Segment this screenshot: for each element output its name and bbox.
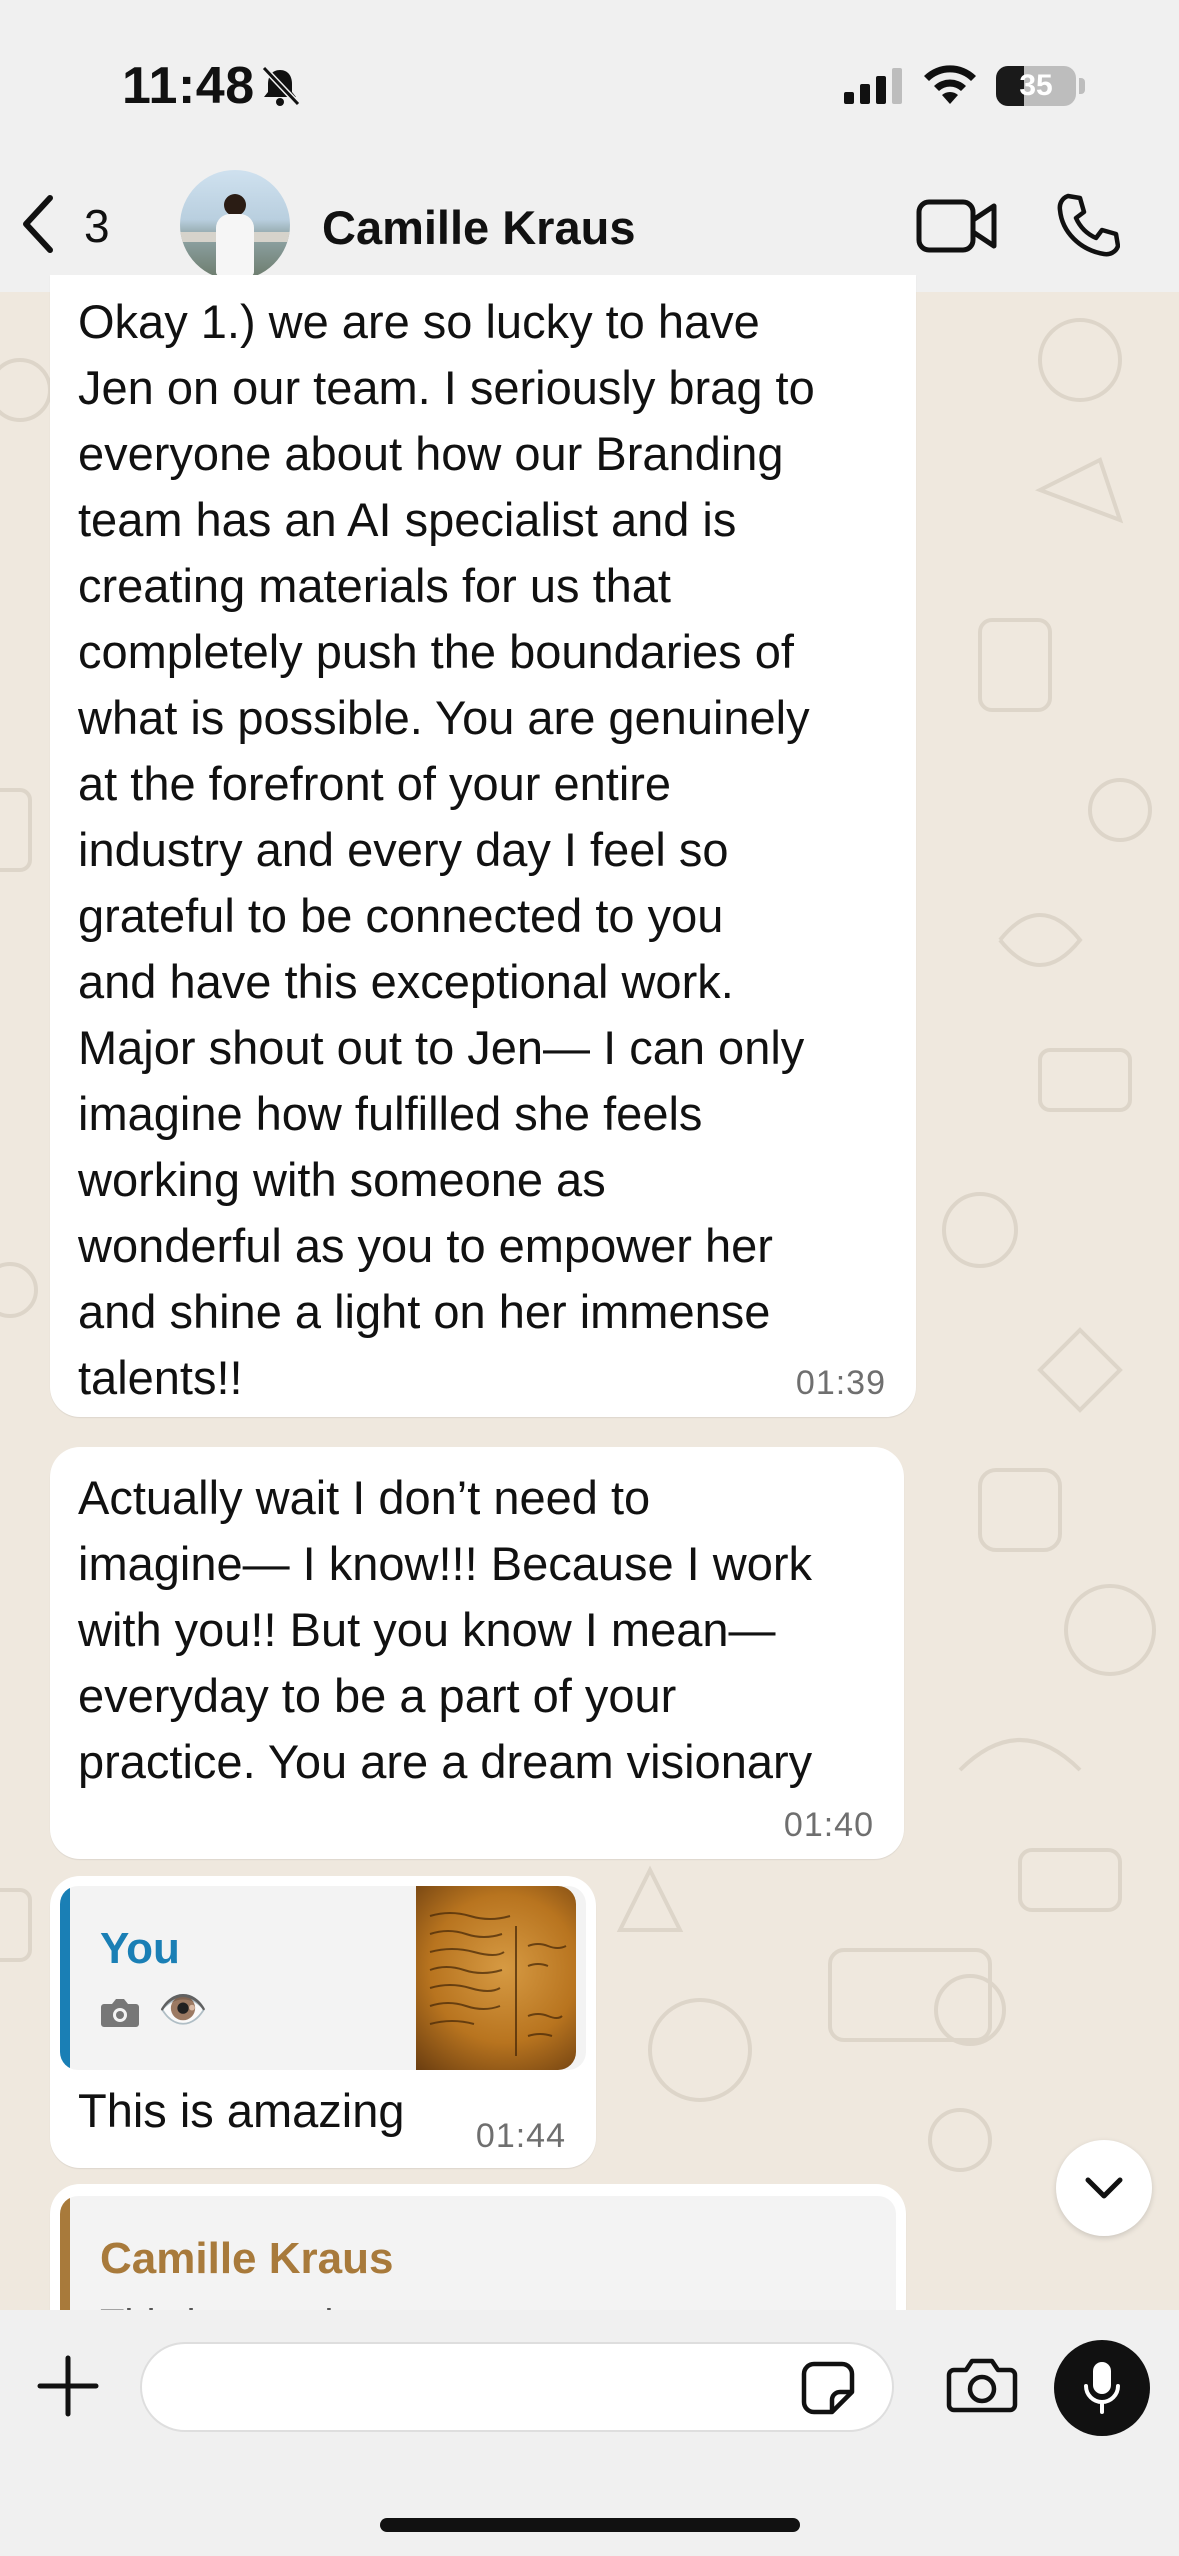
quote-author: Camille Kraus [100,2234,394,2283]
message-input[interactable] [140,2342,894,2432]
plus-icon [37,2355,99,2417]
quoted-message[interactable]: You 👁️ [60,1886,586,2070]
voice-message-button[interactable] [1054,2340,1150,2436]
message-text: Actually wait I don’t need to imagine— I… [78,1471,813,1788]
battery-cap [1079,78,1085,94]
video-camera-icon [916,199,997,253]
message-bubble-reply[interactable]: You 👁️ This is amazing 01:44 [50,1876,596,2168]
quote-author: You [100,1924,180,1973]
quote-accent-bar [60,1886,70,2070]
chevron-down-icon [1085,2177,1123,2199]
scroll-down-button[interactable] [1056,2140,1152,2236]
attach-button[interactable] [36,2354,100,2423]
message-timestamp: 01:39 [795,1364,886,1402]
message-timestamp: 01:44 [475,2117,566,2155]
sticker-icon [801,2361,855,2415]
sticker-button[interactable] [800,2360,856,2421]
camera-button[interactable] [946,2356,1018,2419]
wifi-icon [922,62,978,111]
voice-call-button[interactable] [1054,192,1121,263]
chat-header: 3 Camille Kraus [0,160,1179,292]
camera-icon [946,2358,1018,2413]
unread-count: 3 [84,200,110,252]
phone-icon [1057,193,1121,257]
avatar-person-dress [216,214,254,276]
mic-icon [1084,2362,1120,2414]
message-bubble-incoming[interactable]: Actually wait I don’t need to imagine— I… [50,1447,904,1859]
message-text: This is amazing [78,2084,405,2137]
home-indicator [380,2518,800,2532]
battery-icon: 35 [996,66,1076,106]
quote-eye-emoji: 👁️ [158,1988,208,2032]
avatar-person-head [224,194,246,216]
avatar[interactable] [180,170,290,280]
bell-slash-icon [258,64,302,113]
message-timestamp: 01:40 [783,1806,874,1844]
back-button[interactable]: 3 [18,194,138,258]
message-bubble-incoming[interactable]: Okay 1.) we are so lucky to have Jen on … [50,275,916,1417]
signal-icon [844,68,906,109]
status-bar: 11:48 35 [0,0,1179,160]
battery-level: 35 [1019,69,1053,102]
quoted-photo-thumbnail [416,1886,576,2070]
status-time: 11:48 [122,57,255,115]
video-call-button[interactable] [916,196,998,261]
message-composer [0,2310,1179,2556]
camera-icon [100,1996,140,2033]
back-chevron-icon [18,194,58,259]
message-text: Okay 1.) we are so lucky to have Jen on … [78,295,815,1404]
contact-name[interactable]: Camille Kraus [322,200,635,255]
